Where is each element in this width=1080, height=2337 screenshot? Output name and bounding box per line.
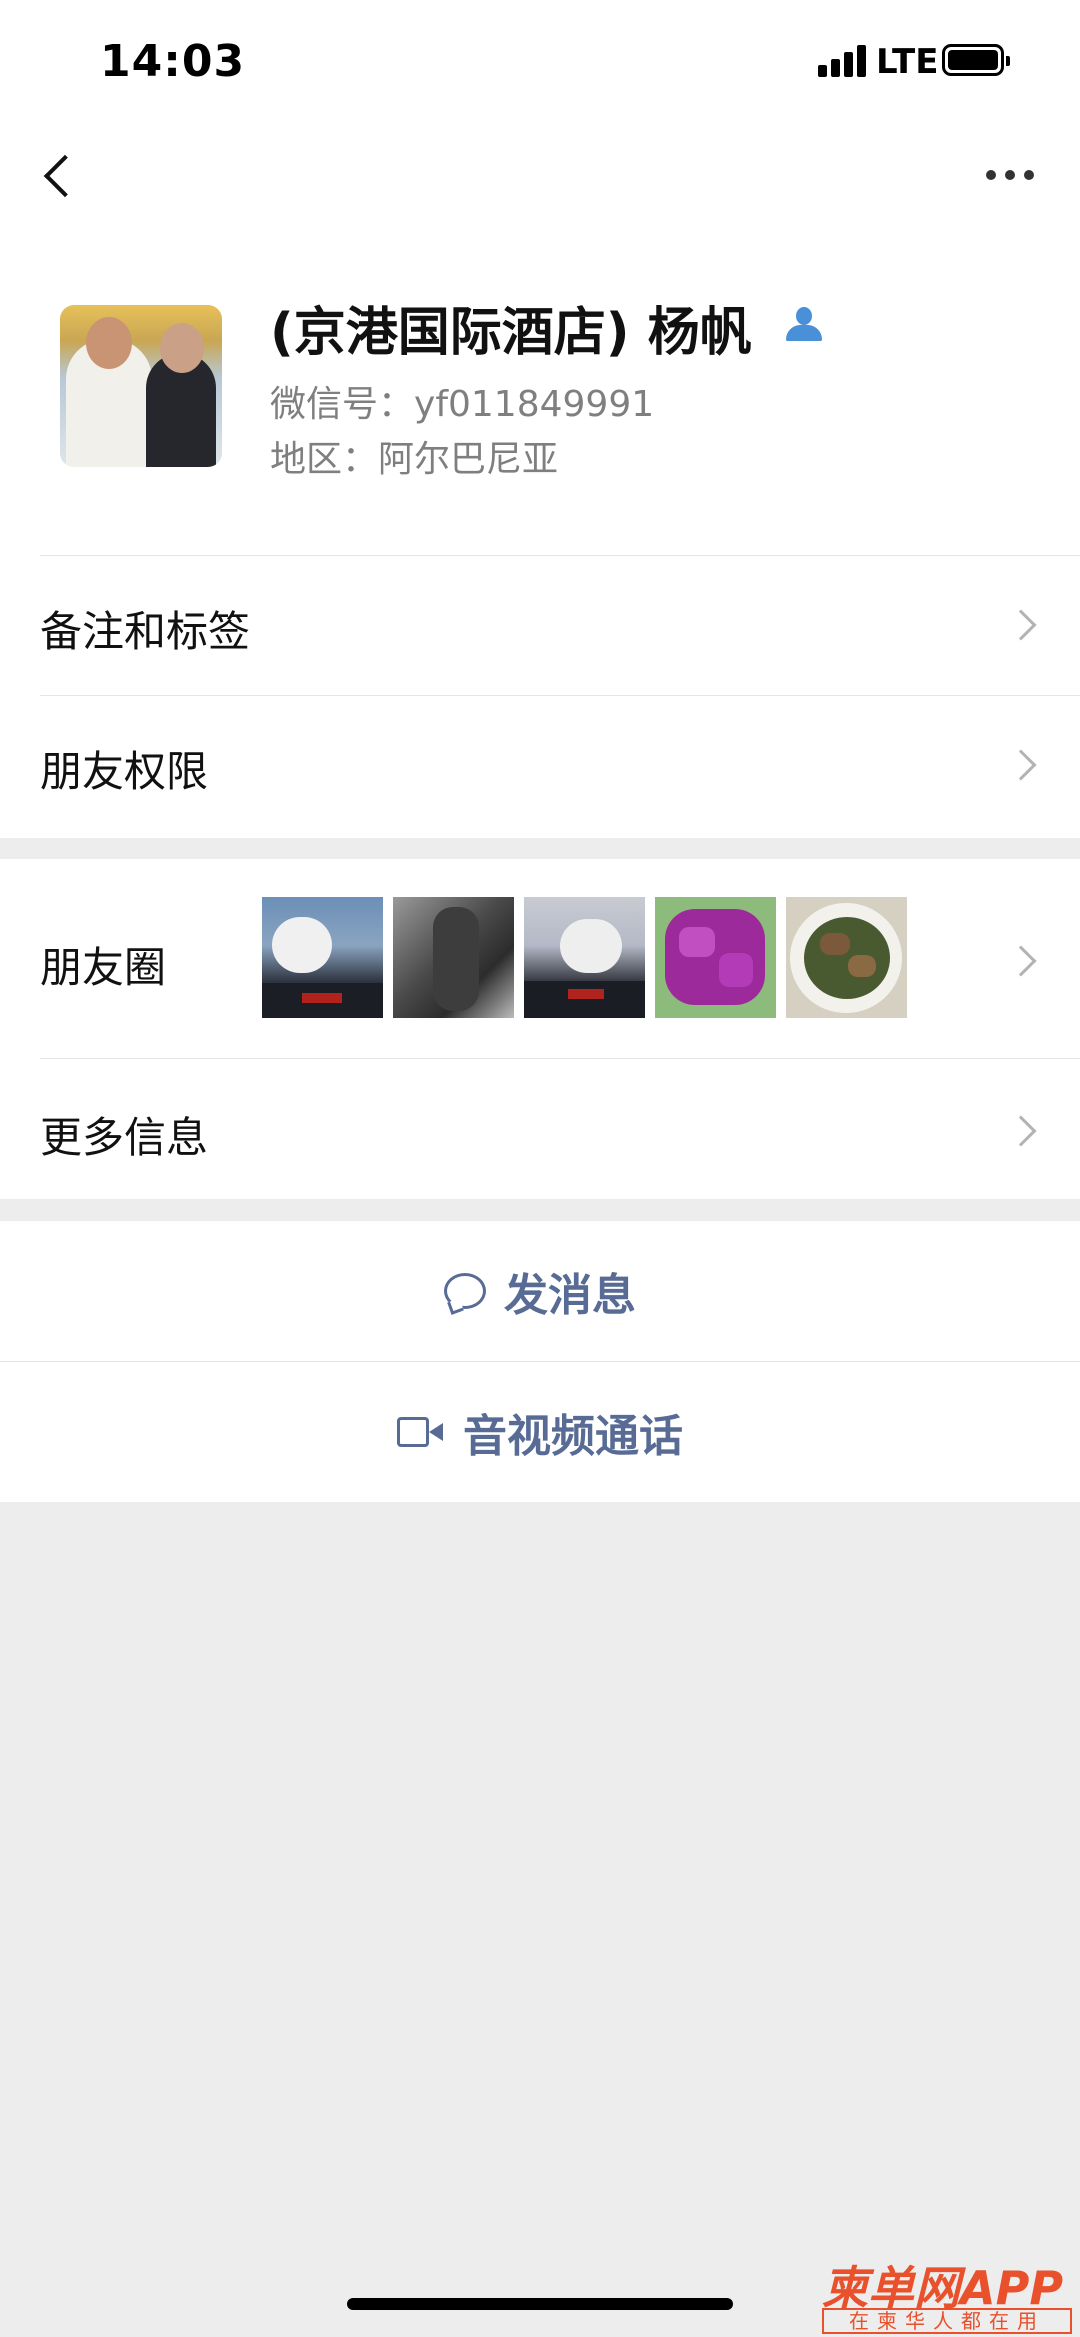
more-options-button[interactable] xyxy=(980,160,1040,190)
watermark-logo: 柬单网APP 在柬华人都在用 xyxy=(822,2252,1072,2334)
avatar[interactable] xyxy=(60,305,222,467)
video-camera-icon xyxy=(397,1417,445,1447)
moments-photo[interactable] xyxy=(786,897,907,1018)
status-time: 14:03 xyxy=(100,36,246,87)
av-call-label: 音视频通话 xyxy=(463,1411,683,1462)
moments-row[interactable]: 朋友圈 xyxy=(40,934,166,995)
wechat-id: 微信号：yf011849991 xyxy=(270,375,654,427)
contact-icon xyxy=(784,305,824,345)
divider xyxy=(40,555,1080,556)
chat-bubble-icon xyxy=(444,1273,486,1309)
region: 地区：阿尔巴尼亚 xyxy=(270,430,558,482)
divider xyxy=(40,1058,1080,1059)
moments-photo[interactable] xyxy=(655,897,776,1018)
display-name: (京港国际酒店) 杨帆 xyxy=(270,303,752,363)
region-label: 地区： xyxy=(270,439,379,480)
section-gap xyxy=(0,838,1080,859)
region-value: 阿尔巴尼亚 xyxy=(378,439,559,480)
divider xyxy=(40,695,1080,696)
more-info-row[interactable]: 更多信息 xyxy=(40,1104,208,1165)
watermark-sub-text: 在柬华人都在用 xyxy=(822,2308,1072,2334)
moments-photo[interactable] xyxy=(393,897,514,1018)
home-indicator[interactable] xyxy=(347,2298,733,2310)
section-gap xyxy=(0,1199,1080,1221)
send-message-button[interactable]: 发消息 xyxy=(0,1221,1080,1361)
network-type: LTE xyxy=(876,42,939,82)
friend-permissions-row[interactable]: 朋友权限 xyxy=(40,738,208,799)
send-message-label: 发消息 xyxy=(504,1270,636,1321)
remark-tags-row[interactable]: 备注和标签 xyxy=(40,598,250,659)
wechat-id-label: 微信号： xyxy=(270,384,415,425)
signal-icon xyxy=(818,43,868,77)
wechat-id-value: yf011849991 xyxy=(414,384,655,425)
moments-photo[interactable] xyxy=(262,897,383,1018)
av-call-button[interactable]: 音视频通话 xyxy=(0,1362,1080,1502)
battery-icon xyxy=(942,44,1010,76)
moments-photo[interactable] xyxy=(524,897,645,1018)
back-button[interactable] xyxy=(30,145,80,205)
